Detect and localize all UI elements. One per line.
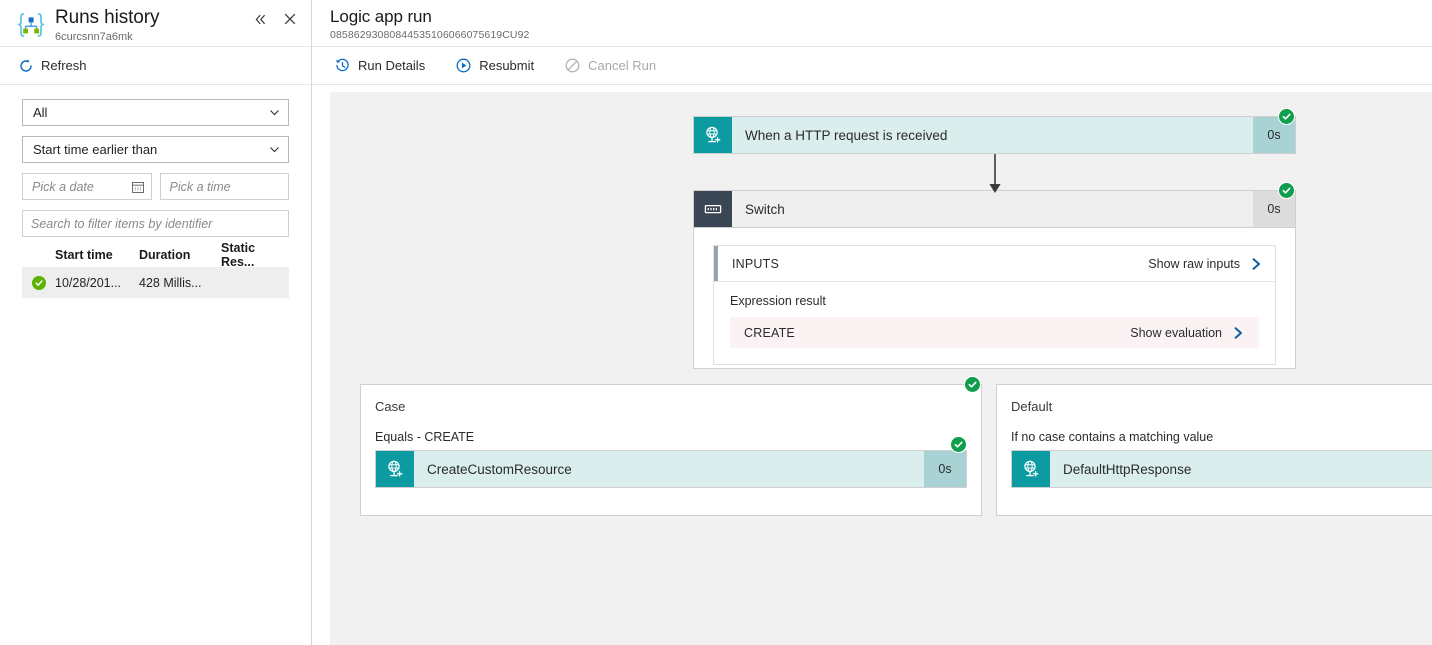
run-identifier: 08586293080844535106066075619CU92: [330, 29, 530, 41]
logic-app-run-panel: Logic app run 08586293080844535106066075…: [312, 0, 1432, 645]
logic-apps-icon: [16, 10, 46, 40]
time-picker-placeholder: Pick a time: [169, 179, 231, 194]
expression-result-value: CREATE: [744, 325, 795, 340]
column-header-static-result[interactable]: Static Res...: [221, 241, 289, 269]
show-raw-inputs-button[interactable]: Show raw inputs: [1148, 257, 1263, 271]
search-input[interactable]: Search to filter items by identifier: [22, 210, 289, 237]
http-request-globe-icon: [1012, 451, 1050, 487]
expression-result-label: Expression result: [730, 294, 826, 308]
chevron-down-icon: [267, 106, 281, 120]
inputs-card-body: Expression result CREATE Show evaluation: [714, 282, 1275, 364]
show-raw-inputs-label: Show raw inputs: [1148, 256, 1240, 271]
refresh-label: Refresh: [41, 58, 87, 73]
default-title: Default: [1011, 399, 1053, 414]
chevron-right-icon: [1250, 257, 1263, 271]
time-filter-value: Start time earlier than: [33, 142, 158, 157]
success-check-icon: [964, 376, 981, 393]
flow-node-label: CreateCustomResource: [427, 461, 572, 477]
run-details-label: Run Details: [358, 58, 426, 73]
column-header-start-time[interactable]: Start time: [55, 248, 139, 262]
case-condition: Equals - CREATE: [375, 430, 475, 444]
row-start-time: 10/28/201...: [55, 275, 122, 290]
chevron-down-icon: [267, 143, 281, 157]
flow-node-label: DefaultHttpResponse: [1063, 461, 1192, 477]
workflow-identifier: 6curcsnn7a6mk: [55, 31, 133, 43]
time-picker-input[interactable]: Pick a time: [159, 173, 289, 200]
inputs-title: INPUTS: [732, 256, 780, 271]
cancel-circle-icon: [564, 57, 581, 74]
date-picker-input[interactable]: Pick a date: [22, 173, 152, 200]
expression-result-row: CREATE Show evaluation: [730, 317, 1259, 348]
table-row[interactable]: 10/28/201... 428 Millis...: [22, 267, 289, 298]
chevron-right-icon: [1232, 326, 1245, 340]
runs-history-header: Runs history 6curcsnn7a6mk: [0, 0, 311, 46]
time-filter-dropdown[interactable]: Start time earlier than: [22, 136, 289, 163]
history-clock-icon: [334, 57, 351, 74]
run-title: Logic app run: [330, 7, 432, 26]
runs-history-panel: Runs history 6curcsnn7a6mk Refresh All S…: [0, 0, 312, 645]
flow-node-duration: 0s: [924, 451, 966, 487]
show-evaluation-button[interactable]: Show evaluation: [1130, 326, 1245, 340]
runs-history-filters: All Start time earlier than Pick a date …: [0, 85, 311, 298]
default-condition: If no case contains a matching value: [1011, 430, 1214, 444]
date-picker-placeholder: Pick a date: [32, 179, 94, 194]
http-request-globe-icon: [376, 451, 414, 487]
column-header-duration[interactable]: Duration: [139, 248, 221, 262]
run-details-button[interactable]: Run Details: [330, 54, 429, 77]
calendar-icon[interactable]: [131, 180, 145, 194]
inputs-card-header: INPUTS Show raw inputs: [714, 246, 1275, 282]
http-request-globe-icon: [694, 117, 732, 153]
switch-icon: [694, 191, 732, 227]
run-header: Logic app run 08586293080844535106066075…: [312, 0, 1432, 46]
show-evaluation-label: Show evaluation: [1130, 325, 1222, 340]
flow-default-box[interactable]: Default If no case contains a matching v…: [996, 384, 1432, 516]
flow-node-default-http-response[interactable]: DefaultHttpResponse: [1011, 450, 1432, 488]
datetime-filter-row: Pick a date Pick a time: [22, 173, 289, 200]
flow-node-label: Switch: [745, 201, 785, 217]
refresh-icon: [18, 58, 34, 74]
runs-table: Start time Duration Static Res... 10/28/…: [22, 241, 289, 298]
flow-node-http-trigger[interactable]: When a HTTP request is received 0s: [693, 116, 1296, 154]
row-duration: 428 Millis...: [139, 275, 202, 290]
cancel-run-button[interactable]: Cancel Run: [560, 54, 660, 77]
run-toolbar: Run Details Resubmit Cancel Run: [312, 47, 1432, 84]
runs-history-titleblock: Runs history 6curcsnn7a6mk: [55, 6, 160, 44]
status-filter-value: All: [33, 105, 48, 120]
logic-app-run-page: Runs history 6curcsnn7a6mk Refresh All S…: [0, 0, 1432, 645]
runs-table-header: Start time Duration Static Res...: [22, 241, 289, 269]
flow-case-box[interactable]: Case Equals - CREATE CreateCustomResourc…: [360, 384, 982, 516]
resubmit-label: Resubmit: [479, 58, 535, 73]
resubmit-button[interactable]: Resubmit: [451, 54, 538, 77]
flow-connector-arrow: [989, 154, 1001, 193]
flow-node-create-custom-resource[interactable]: CreateCustomResource 0s: [375, 450, 967, 488]
cancel-run-label: Cancel Run: [588, 58, 657, 73]
success-check-icon: [1278, 182, 1295, 199]
chevron-double-left-icon[interactable]: [247, 6, 273, 32]
success-check-icon: [950, 436, 967, 453]
play-circle-icon: [455, 57, 472, 74]
success-check-icon: [1278, 108, 1295, 125]
status-filter-dropdown[interactable]: All: [22, 99, 289, 126]
row-status-cell: [22, 275, 55, 290]
panel-window-buttons: [247, 6, 303, 32]
search-placeholder: Search to filter items by identifier: [31, 216, 213, 231]
flow-node-label: When a HTTP request is received: [745, 127, 948, 143]
page-title: Runs history: [55, 7, 160, 28]
refresh-button[interactable]: Refresh: [14, 55, 91, 77]
switch-inputs-card: INPUTS Show raw inputs Expression result: [713, 245, 1276, 365]
case-title: Case: [375, 399, 406, 414]
runs-history-toolbar: Refresh: [0, 47, 311, 84]
workflow-canvas[interactable]: When a HTTP request is received 0s Switc…: [330, 92, 1432, 645]
workflow-canvas-wrap: When a HTTP request is received 0s Switc…: [312, 85, 1432, 645]
success-check-icon: [31, 275, 46, 290]
close-icon[interactable]: [277, 6, 303, 32]
